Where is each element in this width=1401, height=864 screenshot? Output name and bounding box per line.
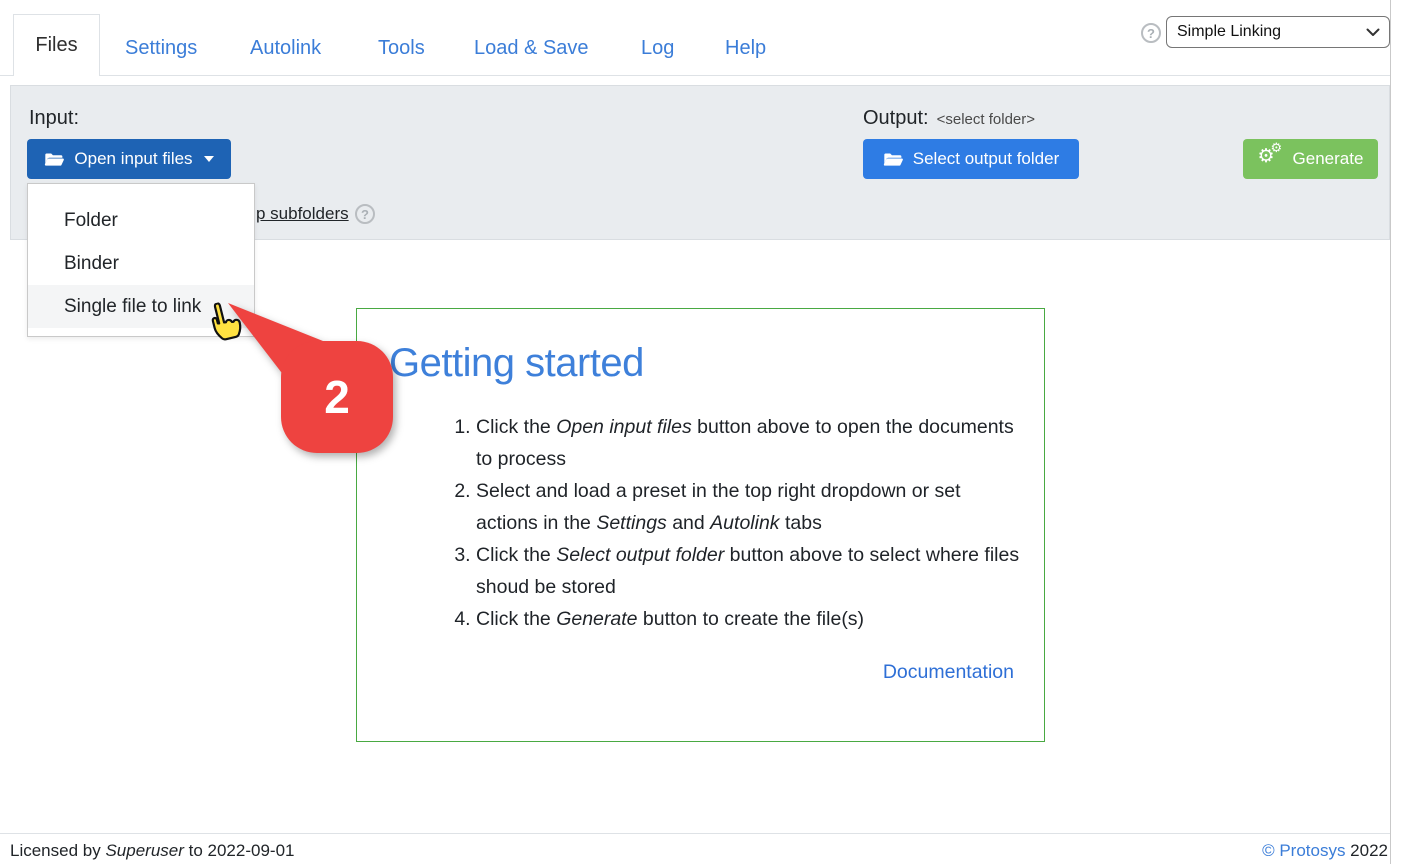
nav-divider: [0, 75, 1390, 76]
preset-help-icon[interactable]: ?: [1141, 23, 1161, 43]
select-output-folder-button[interactable]: Select output folder: [863, 139, 1079, 179]
chevron-down-icon: [1366, 28, 1380, 37]
caret-down-icon: [204, 156, 214, 162]
license-text: Licensed by Superuser to 2022-09-01: [10, 841, 294, 861]
open-input-files-label: Open input files: [74, 149, 192, 169]
output-label: Output:: [863, 107, 929, 130]
step-4: Click the Generate button to create the …: [476, 603, 1021, 635]
footer-divider: [0, 833, 1390, 834]
getting-started-steps: Click the Open input files button above …: [387, 411, 1021, 635]
menu-item-folder[interactable]: Folder: [28, 199, 254, 242]
input-label: Input:: [29, 107, 79, 130]
tab-tools[interactable]: Tools: [378, 37, 425, 60]
gears-icon: ⚙ ⚙: [1258, 148, 1284, 170]
step-2: Select and load a preset in the top righ…: [476, 475, 1021, 539]
tab-load-save[interactable]: Load & Save: [474, 37, 589, 60]
select-output-folder-label: Select output folder: [913, 149, 1059, 169]
tab-help[interactable]: Help: [725, 37, 766, 60]
window-right-border: [1390, 0, 1391, 864]
preset-select-value: Simple Linking: [1177, 23, 1281, 41]
tab-log[interactable]: Log: [641, 37, 674, 60]
preset-select[interactable]: Simple Linking: [1166, 16, 1390, 48]
folder-open-icon: [44, 151, 65, 168]
step-3: Click the Select output folder button ab…: [476, 539, 1021, 603]
step-1: Click the Open input files button above …: [476, 411, 1021, 475]
open-input-files-button[interactable]: Open input files: [27, 139, 231, 179]
copyright-symbol: ©: [1262, 841, 1279, 860]
menu-item-binder[interactable]: Binder: [28, 242, 254, 285]
tab-files[interactable]: Files: [13, 14, 100, 76]
tab-settings[interactable]: Settings: [125, 37, 197, 60]
output-label-row: Output: <select folder>: [863, 107, 1035, 130]
callout-number: 2: [324, 371, 350, 423]
documentation-link[interactable]: Documentation: [883, 661, 1014, 684]
generate-label: Generate: [1293, 149, 1364, 169]
subfolders-help-icon[interactable]: ?: [355, 204, 375, 224]
copyright-text: © Protosys 2022: [1262, 841, 1388, 861]
company-link[interactable]: Protosys: [1279, 841, 1345, 860]
tab-autolink[interactable]: Autolink: [250, 37, 321, 60]
subfolders-link[interactable]: p subfolders: [256, 204, 349, 224]
getting-started-box: Getting started Click the Open input fil…: [356, 308, 1045, 742]
folder-open-icon: [883, 151, 904, 168]
getting-started-title: Getting started: [389, 341, 644, 386]
licensee-name: Superuser: [105, 841, 183, 860]
output-folder-placeholder: <select folder>: [937, 111, 1035, 128]
generate-button[interactable]: ⚙ ⚙ Generate: [1243, 139, 1378, 179]
